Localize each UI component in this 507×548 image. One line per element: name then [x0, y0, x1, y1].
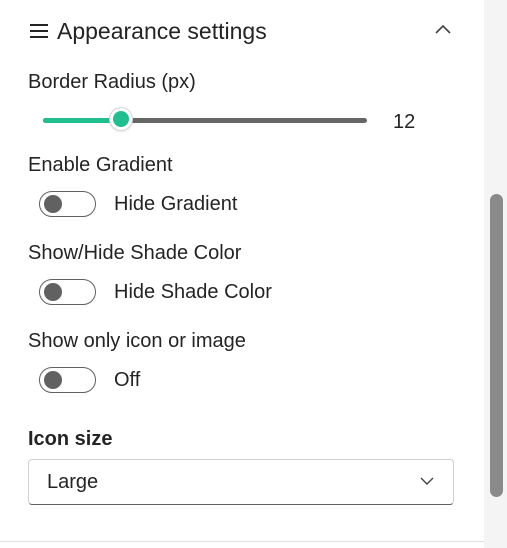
icon-size-selected: Large — [47, 470, 99, 493]
shade-color-toggle-text: Hide Shade Color — [114, 280, 272, 303]
chevron-down-icon — [419, 473, 435, 491]
enable-gradient-label: Enable Gradient — [28, 154, 173, 176]
bottom-divider — [0, 541, 484, 542]
collapse-button[interactable] — [428, 16, 458, 46]
section-header[interactable]: Appearance settings — [28, 14, 458, 48]
border-radius-value: 12 — [393, 111, 416, 133]
icon-only-label: Show only icon or image — [28, 330, 246, 352]
hamburger-icon — [28, 21, 50, 41]
appearance-settings-panel: Appearance settings Border Radius (px) 1… — [0, 0, 507, 548]
vertical-scrollbar[interactable] — [484, 0, 507, 548]
gradient-toggle-row: Hide Gradient — [39, 191, 237, 217]
toggle-knob — [44, 283, 62, 301]
icon-only-toggle-row: Off — [39, 367, 140, 393]
icon-only-toggle-text: Off — [114, 368, 141, 391]
toggle-knob — [44, 195, 62, 213]
section-title: Appearance settings — [57, 17, 267, 44]
icon-size-dropdown[interactable]: Large — [28, 459, 454, 505]
shade-color-toggle-row: Hide Shade Color — [39, 279, 272, 305]
icon-only-toggle[interactable] — [39, 367, 96, 393]
shade-color-toggle[interactable] — [39, 279, 96, 305]
settings-content: Appearance settings Border Radius (px) 1… — [0, 0, 484, 548]
shade-color-label: Show/Hide Shade Color — [28, 242, 242, 264]
chevron-up-icon — [434, 22, 452, 40]
section-header-left: Appearance settings — [28, 18, 267, 45]
toggle-knob — [44, 371, 62, 389]
border-radius-slider[interactable] — [43, 107, 367, 135]
gradient-toggle[interactable] — [39, 191, 96, 217]
border-radius-label: Border Radius (px) — [28, 71, 196, 93]
slider-thumb[interactable] — [110, 108, 132, 130]
scrollbar-thumb[interactable] — [490, 194, 503, 497]
gradient-toggle-text: Hide Gradient — [114, 192, 238, 215]
icon-size-label: Icon size — [28, 428, 113, 450]
